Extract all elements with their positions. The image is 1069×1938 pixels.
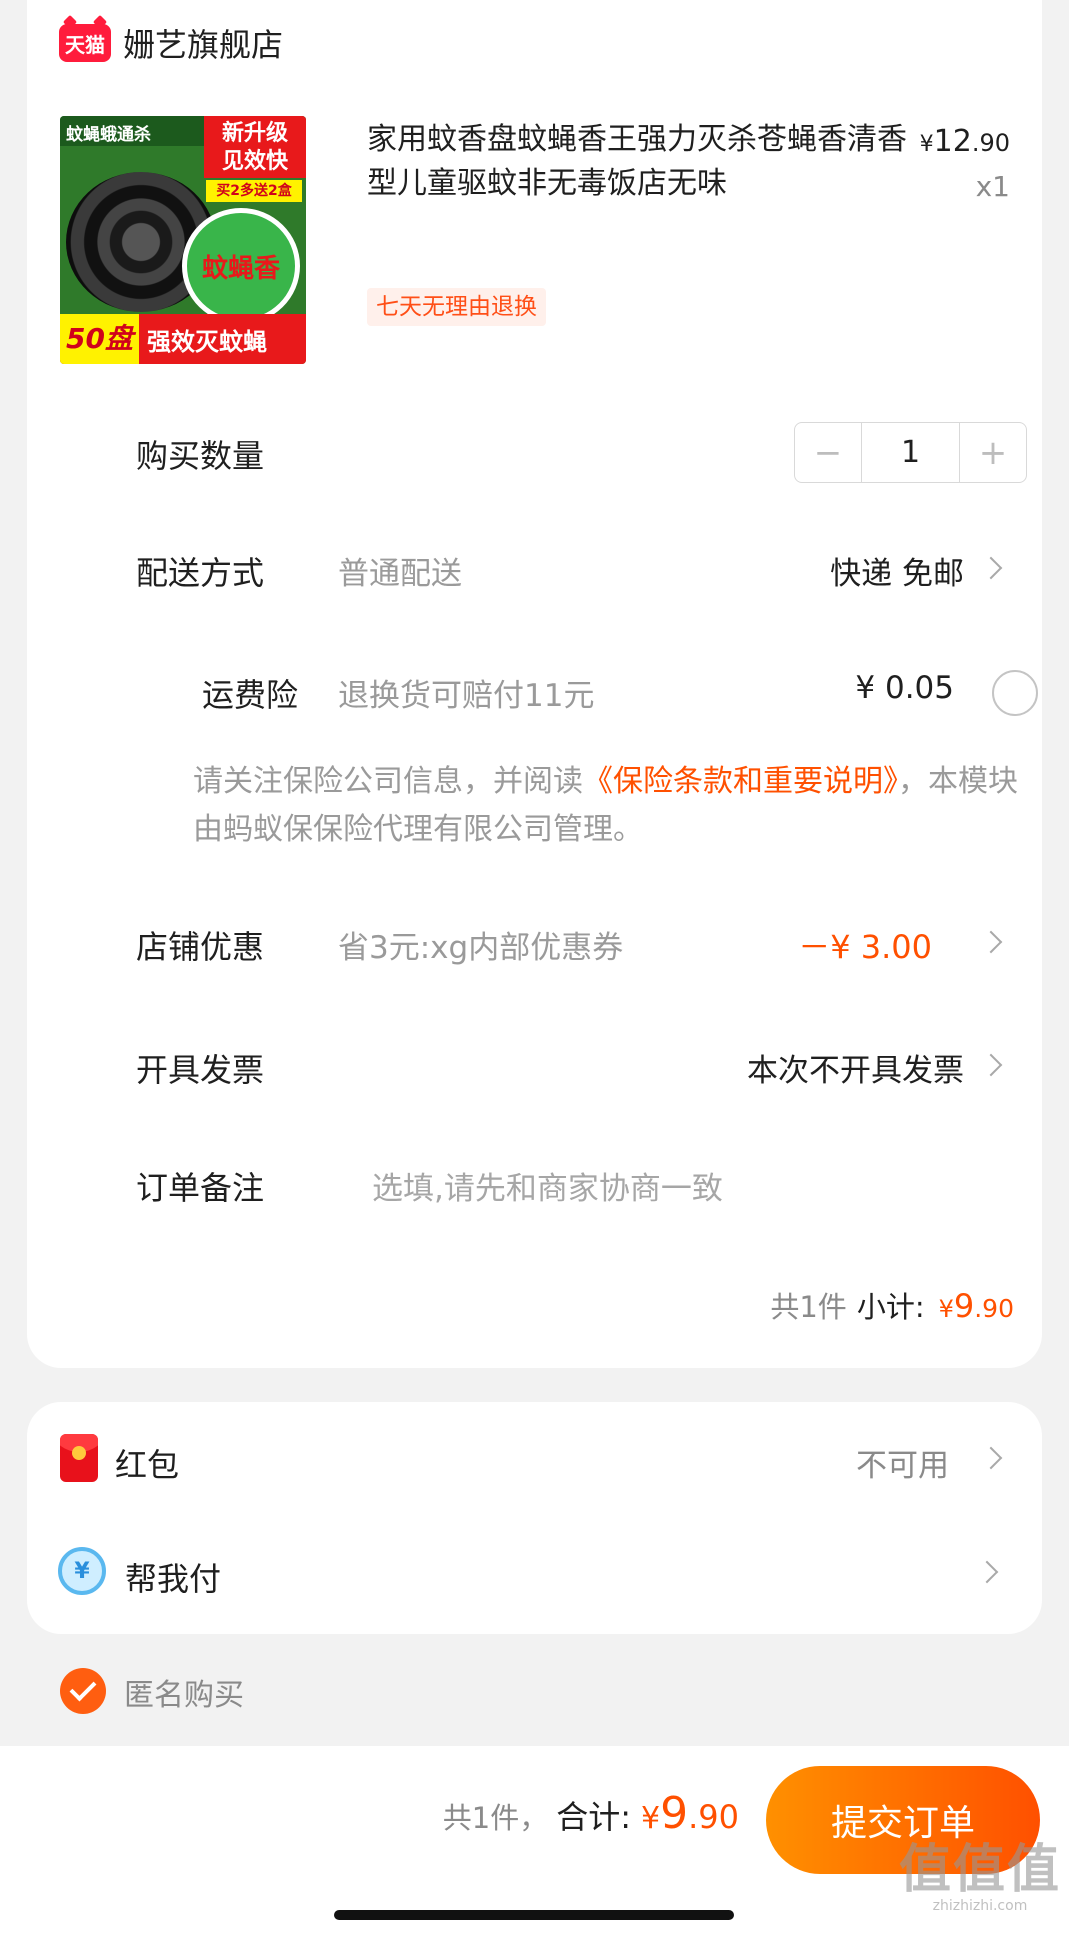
- increment-button[interactable]: +: [960, 423, 1026, 482]
- invoice-value: 本次不开具发票: [747, 1053, 964, 1089]
- total-label: 合计:: [556, 1798, 632, 1836]
- total-price: ¥9.90: [641, 1788, 739, 1839]
- chevron-right-icon: [979, 1053, 1003, 1077]
- pay-for-me-label: 帮我付: [125, 1560, 222, 1598]
- total-count: 共1件，: [442, 1801, 549, 1835]
- red-packet-label: 红包: [115, 1446, 180, 1484]
- insurance-notice: 请关注保险公司信息，并阅读《保险条款和重要说明》，本模块由蚂蚁保保险代理有限公司…: [193, 764, 1018, 847]
- home-indicator[interactable]: [334, 1910, 734, 1920]
- chevron-right-icon: [979, 930, 1003, 954]
- subtotal-count: 共1件: [770, 1290, 847, 1324]
- delivery-detail: 快递 免邮: [830, 556, 964, 592]
- subtotal-price: ¥9.90: [938, 1287, 1014, 1325]
- anonymous-label[interactable]: 匿名购买: [124, 1670, 244, 1714]
- quantity-value[interactable]: 1: [861, 423, 960, 482]
- chevron-right-icon: [975, 1560, 999, 1584]
- product-image-label: 蚊蝇香: [182, 208, 300, 324]
- pay-for-me-icon: ¥: [58, 1547, 106, 1595]
- product-quantity: x1: [975, 170, 1010, 203]
- product-image-bottom: 50盘 强效灭蚊蝇: [60, 314, 306, 364]
- insurance-label: 运费险: [202, 676, 299, 714]
- tmall-logo-icon: 天猫: [59, 24, 111, 62]
- invoice-label: 开具发票: [136, 1051, 265, 1089]
- shop-discount-label: 店铺优惠: [136, 928, 265, 966]
- chevron-right-icon: [979, 556, 1003, 580]
- insurance-desc: 退换货可赔付11元: [338, 678, 595, 714]
- remark-input[interactable]: 选填,请先和商家协商一致: [372, 1163, 723, 1208]
- product-price: ¥12.90: [919, 124, 1010, 159]
- delivery-label: 配送方式: [136, 554, 265, 592]
- watermark: 值值值 zhizhizhi.com: [898, 1840, 1061, 1914]
- quantity-label: 购买数量: [136, 437, 265, 475]
- remark-label: 订单备注: [136, 1169, 265, 1207]
- subtotal-label: 小计:: [856, 1290, 925, 1324]
- insurance-price: ¥ 0.05: [855, 670, 954, 706]
- shop-name[interactable]: 姗艺旗舰店: [123, 20, 283, 66]
- product-image[interactable]: 蚊蝇蛾通杀 新升级 见效快 买2多送2盒 蚊蝇香 50盘 强效灭蚊蝇: [60, 116, 306, 364]
- product-title[interactable]: 家用蚊香盘蚊蝇香王强力灭杀苍蝇香清香型儿童驱蚊非无毒饭店无味: [367, 118, 907, 206]
- red-packet-icon: [60, 1434, 98, 1482]
- product-image-count: 50盘: [60, 314, 139, 364]
- red-packet-status: 不可用: [856, 1448, 949, 1484]
- insurance-radio[interactable]: [992, 670, 1038, 716]
- product-image-slogan: 强效灭蚊蝇: [146, 327, 267, 356]
- product-image-badge: 新升级 见效快: [204, 116, 306, 178]
- order-total: 共1件， 合计: ¥9.90: [443, 1788, 739, 1839]
- shop-header[interactable]: 天猫 姗艺旗舰店: [59, 18, 283, 68]
- delivery-method: 普通配送: [338, 556, 462, 592]
- insurance-terms-link[interactable]: 《保险条款和重要说明》: [583, 764, 898, 799]
- product-image-promo: 买2多送2盒: [206, 180, 302, 202]
- chevron-right-icon: [979, 1446, 1003, 1470]
- quantity-stepper[interactable]: − 1 +: [794, 422, 1027, 483]
- order-card: 天猫 姗艺旗舰店 蚊蝇蛾通杀 新升级 见效快 买2多送2盒 蚊蝇香 50盘 强效…: [27, 0, 1042, 1368]
- return-policy-tag: 七天无理由退换: [367, 288, 546, 326]
- decrement-button[interactable]: −: [795, 423, 861, 482]
- subtotal: 共1件 小计: ¥9.90: [770, 1284, 1014, 1326]
- payment-options-card: 红包 不可用 ¥ 帮我付: [27, 1402, 1042, 1634]
- shop-discount-amount: －¥ 3.00: [798, 928, 932, 966]
- shop-discount-desc: 省3元:xg内部优惠券: [338, 930, 624, 966]
- anonymous-checkbox[interactable]: [60, 1668, 106, 1714]
